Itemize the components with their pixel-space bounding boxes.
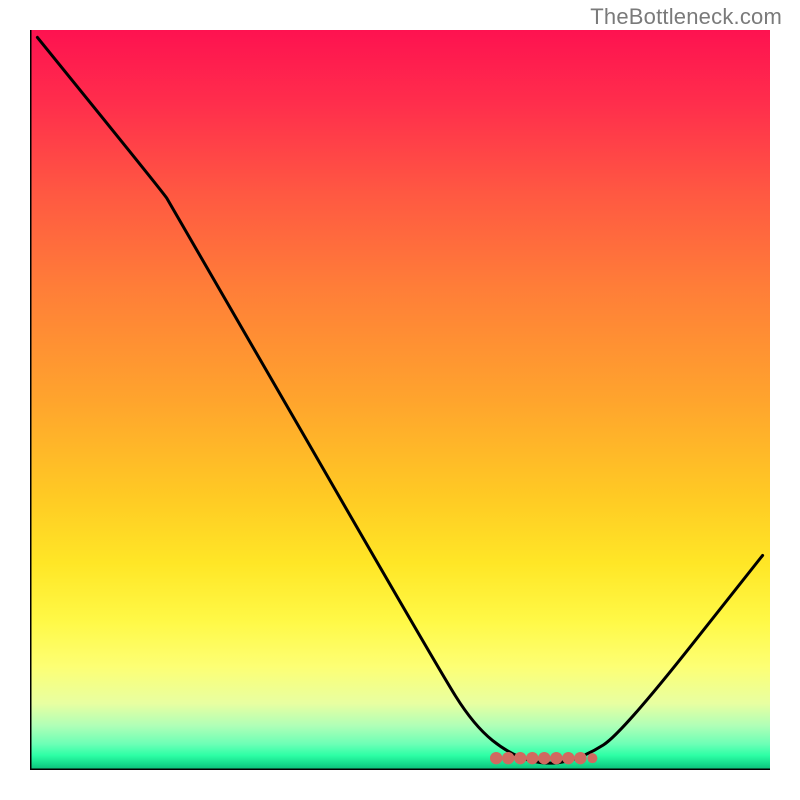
optimal-marker (514, 752, 526, 764)
chart-svg (30, 30, 770, 770)
optimal-marker (587, 753, 597, 763)
optimal-marker (490, 752, 502, 764)
optimal-marker (562, 752, 574, 764)
chart-container: TheBottleneck.com (0, 0, 800, 800)
attribution-text: TheBottleneck.com (590, 4, 782, 30)
bottleneck-curve (37, 37, 762, 763)
plot-area (30, 30, 770, 770)
optimal-marker-cluster (490, 752, 597, 764)
optimal-marker (538, 752, 550, 764)
optimal-marker (502, 752, 514, 764)
optimal-marker (526, 752, 538, 764)
optimal-marker (574, 752, 586, 764)
optimal-marker (550, 752, 562, 764)
